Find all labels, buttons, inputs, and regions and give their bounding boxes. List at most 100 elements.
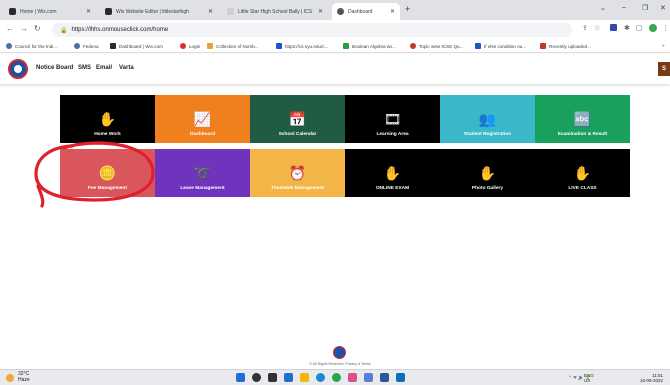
tile-label: LIVE CLASS [568, 186, 597, 191]
profile-avatar-icon[interactable] [649, 24, 657, 32]
sidebar-icon[interactable]: ▢ [636, 24, 643, 32]
browser-tab-active[interactable]: Dashboard ✕ [332, 3, 400, 20]
tile-label: Leave Management [180, 186, 225, 191]
bookmark-favicon [74, 43, 80, 49]
chrome-icon[interactable] [332, 373, 341, 382]
bookmark-favicon [207, 43, 213, 49]
menu-notice-board[interactable]: Notice Board [36, 65, 73, 71]
bookmarks-bar: Council for the Indi... Fedena Dashboard… [0, 40, 670, 53]
handshake-icon: ✋ [573, 165, 592, 181]
clock[interactable]: 11:51 16-08-2022 [640, 373, 663, 383]
tile-leave-management[interactable]: ➰ Leave Management [155, 149, 250, 197]
reload-icon[interactable]: ↻ [34, 24, 41, 33]
tile-label: Timetable Management [271, 186, 324, 191]
back-arrow-icon[interactable]: ← [6, 24, 14, 33]
menu-varta[interactable]: Varta [119, 65, 134, 71]
menu-email[interactable]: Email [96, 65, 112, 71]
tile-school-calendar[interactable]: 📅 School Calendar [250, 95, 345, 143]
close-icon[interactable]: ✕ [390, 8, 395, 15]
region-code: US [584, 378, 591, 384]
bookmark-item[interactable]: https://cs.nyu.edu/c... [276, 43, 328, 49]
bookmark-item[interactable]: Council for the Indi... [6, 43, 57, 49]
search-icon[interactable] [252, 373, 261, 382]
tile-photo-gallery[interactable]: ✋ Photo Gallery [440, 149, 535, 197]
profile-button[interactable]: S [658, 62, 670, 76]
tile-home-work[interactable]: ✋ Home Work [60, 95, 155, 143]
school-logo[interactable] [8, 59, 28, 79]
tile-label: Examination & Result [557, 132, 608, 137]
tile-learning-area[interactable]: 🎞 Learning Area [345, 95, 440, 143]
close-icon[interactable]: ✕ [86, 8, 91, 15]
footer-copyright: © All Rights Reserved. Privacy & Terms [309, 362, 371, 366]
bookmark-favicon [6, 43, 12, 49]
share-icon[interactable]: ⇪ [582, 24, 588, 32]
bookmark-favicon [343, 43, 349, 49]
task-view-icon[interactable] [268, 373, 277, 382]
bookmark-label: Boolean Algebra an... [352, 43, 396, 49]
tile-dashboard[interactable]: 📈 Dashboard [155, 95, 250, 143]
bookmark-item[interactable]: Collection of Numb... [207, 43, 259, 49]
browser-tab[interactable]: Home | Wix.com ✕ [4, 3, 96, 20]
bookmark-favicon [180, 43, 186, 49]
extensions-puzzle-icon[interactable]: ✱ [624, 24, 630, 32]
paint-icon[interactable] [348, 373, 357, 382]
clock-date: 16-08-2022 [640, 378, 664, 384]
word-icon[interactable] [380, 373, 389, 382]
maximize-button[interactable]: ❐ [642, 4, 648, 12]
tile-timetable-management[interactable]: ⏰ Timetable Management [250, 149, 345, 197]
tile-fee-management[interactable]: 🪙 Fee Management [60, 149, 155, 197]
tab-favicon [105, 8, 112, 15]
more-bookmarks-button[interactable]: » [662, 43, 665, 48]
windows-taskbar: 32°C Haze ⌃ ᯤ 🔊 🔋 ENG US 11:51 16-08-202… [0, 369, 670, 385]
bookmark-item[interactable]: If else condition ou... [475, 43, 526, 49]
tab-favicon [337, 8, 344, 15]
bookmark-label: Recently uploaded... [549, 43, 591, 49]
close-window-button[interactable]: ✕ [660, 4, 666, 12]
widgets-icon[interactable] [284, 373, 293, 382]
site-header: Notice Board SMS Email Varta S [0, 54, 670, 84]
outlook-icon[interactable] [396, 373, 405, 382]
bookmark-favicon [410, 43, 416, 49]
file-explorer-icon[interactable] [300, 373, 309, 382]
address-bar[interactable]: 🔒 https://lhhs.onmouseclick.com/home [52, 23, 572, 37]
menu-sms[interactable]: SMS [78, 65, 91, 71]
tab-favicon [227, 8, 234, 15]
tile-online-exam[interactable]: ✋ ONLINE EXAM [345, 149, 440, 197]
language-indicator[interactable]: ENG US [584, 373, 594, 383]
close-icon[interactable]: ✕ [318, 8, 323, 15]
bookmark-star-icon[interactable]: ☆ [594, 24, 600, 32]
bookmark-label: Council for the Indi... [15, 43, 58, 49]
alarm-clock-icon: ⏰ [288, 165, 307, 181]
bookmark-favicon [475, 43, 481, 49]
weather-desc: Haze [18, 376, 30, 383]
bookmark-favicon [110, 43, 116, 49]
tile-label: Learning Area [376, 132, 409, 137]
browser-toolbar: ← → ↻ 🔒 https://lhhs.onmouseclick.com/ho… [0, 20, 670, 40]
tile-examination-result[interactable]: 🔤 Examination & Result [535, 95, 630, 143]
loop-arrow-icon: ➰ [193, 165, 212, 181]
edge-icon[interactable] [316, 373, 325, 382]
tile-student-registration[interactable]: 👥 Student Registration [440, 95, 535, 143]
minimize-button[interactable]: – [622, 4, 626, 11]
store-icon[interactable] [364, 373, 373, 382]
close-icon[interactable]: ✕ [208, 8, 213, 15]
handshake-icon: ✋ [98, 111, 117, 127]
extension-icon[interactable] [610, 24, 617, 31]
bookmark-item[interactable]: Recently uploaded... [540, 43, 591, 49]
kebab-menu-icon[interactable]: ⋮ [662, 24, 669, 32]
bookmark-item[interactable]: Boolean Algebra an... [343, 43, 396, 49]
bookmark-label: Collection of Numb... [216, 43, 259, 49]
bookmark-item[interactable]: Dashboard | Wix.com [110, 43, 163, 49]
tab-search-icon[interactable]: ⌄ [600, 4, 606, 12]
bookmark-label: Dashboard | Wix.com [119, 43, 163, 49]
new-tab-button[interactable]: + [405, 4, 410, 14]
tile-live-class[interactable]: ✋ LIVE CLASS [535, 149, 630, 197]
bookmark-item[interactable]: Fedena [74, 43, 99, 49]
windows-icon[interactable] [236, 373, 245, 382]
weather-widget[interactable]: 32°C Haze [6, 371, 30, 383]
browser-tab[interactable]: Wix Website Editor | littlestarhigh ✕ [100, 3, 218, 20]
forward-arrow-icon[interactable]: → [20, 24, 28, 33]
bookmark-item[interactable]: Topic wise ICSE Qu... [410, 43, 463, 49]
bookmark-item[interactable]: Login [180, 43, 200, 49]
browser-tab[interactable]: Little Star High School Bally | ICS ✕ [222, 3, 328, 20]
